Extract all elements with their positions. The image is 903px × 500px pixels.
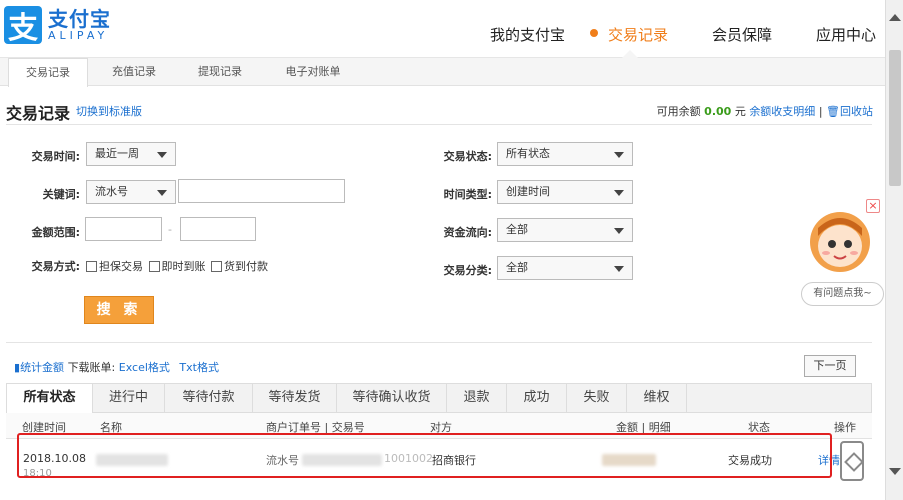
trash-icon: 🗑 xyxy=(826,105,840,118)
keyword-type-select[interactable]: 流水号 xyxy=(86,180,176,204)
scrollbar-thumb[interactable] xyxy=(889,50,901,186)
status-label: 交易状态: xyxy=(443,150,492,163)
subtab-statement[interactable]: 电子对账单 xyxy=(270,58,356,86)
method-instant: 即时到账 xyxy=(161,260,206,273)
download-label: 下载账单: xyxy=(67,361,116,374)
subtab-recharge[interactable]: 充值记录 xyxy=(98,58,170,86)
keyword-label: 关键词: xyxy=(42,188,80,201)
time-value: 最近一周 xyxy=(95,147,139,160)
timetype-value: 创建时间 xyxy=(506,185,550,198)
balance-amount: 0.00 xyxy=(704,105,732,118)
amount-min-input[interactable] xyxy=(85,217,162,241)
th-action: 操作 xyxy=(834,421,856,434)
help-bubble[interactable]: 有问题点我~ xyxy=(801,282,884,306)
balance-unit: 元 xyxy=(734,105,746,118)
stat-amount-link[interactable]: 统计金额 xyxy=(20,361,64,374)
amount-label: 金额范围: xyxy=(31,226,80,239)
highlight-box xyxy=(17,433,832,478)
status-value: 所有状态 xyxy=(506,147,550,160)
chevron-down-icon xyxy=(157,190,167,196)
tab-awaiting-receipt[interactable]: 等待确认收货 xyxy=(337,384,447,413)
nav-my-alipay[interactable]: 我的支付宝 xyxy=(490,24,565,45)
divider xyxy=(6,342,872,343)
logo-cn: 支付宝 xyxy=(48,7,111,31)
method-cod: 货到付款 xyxy=(224,260,268,273)
timetype-select[interactable]: 创建时间 xyxy=(497,180,633,204)
flow-label: 资金流向: xyxy=(443,226,492,239)
tab-awaiting-shipment[interactable]: 等待发货 xyxy=(253,384,337,413)
recycle-link[interactable]: 回收站 xyxy=(840,105,873,118)
method-checkbox-guarantee[interactable] xyxy=(86,261,97,272)
tab-refund[interactable]: 退款 xyxy=(447,384,507,413)
balance-label: 可用余额 xyxy=(656,105,701,118)
tab-in-progress[interactable]: 进行中 xyxy=(93,384,165,413)
scrollbar[interactable] xyxy=(885,0,903,500)
divider xyxy=(6,124,872,125)
switch-standard-link[interactable]: 切换到标准版 xyxy=(76,103,142,119)
balance-detail-link[interactable]: 余额收支明细 xyxy=(749,105,815,118)
nav-caret-icon xyxy=(622,50,638,58)
category-label: 交易分类: xyxy=(443,264,492,277)
keyword-type-value: 流水号 xyxy=(95,185,128,198)
alipay-logo-icon: 支 xyxy=(4,6,42,46)
category-select[interactable]: 全部 xyxy=(497,256,633,280)
keyword-input[interactable] xyxy=(178,179,345,203)
tab-success[interactable]: 成功 xyxy=(507,384,567,413)
method-guarantee: 担保交易 xyxy=(99,260,143,273)
top-header: 支 支付宝 ALIPAY 我的支付宝 交易记录 会员保障 应用中心 xyxy=(0,0,885,58)
alipay-logo[interactable]: 支 支付宝 ALIPAY xyxy=(4,6,111,46)
subtab-transactions[interactable]: 交易记录 xyxy=(8,58,88,87)
mascot-avatar-icon[interactable] xyxy=(806,206,874,274)
tab-dispute[interactable]: 维权 xyxy=(627,384,687,413)
search-button[interactable]: 搜 索 xyxy=(84,296,154,324)
stats-row: ▮统计金额 下载账单: Excel格式 Txt格式 xyxy=(14,359,219,375)
scroll-up-icon[interactable] xyxy=(889,14,901,21)
tab-failed[interactable]: 失败 xyxy=(567,384,627,413)
category-value: 全部 xyxy=(506,261,528,274)
tab-awaiting-payment[interactable]: 等待付款 xyxy=(165,384,253,413)
logo-text: 支付宝 ALIPAY xyxy=(48,8,111,42)
status-tabs: 所有状态 进行中 等待付款 等待发货 等待确认收货 退款 成功 失败 维权 xyxy=(6,383,872,414)
nav-app-center[interactable]: 应用中心 xyxy=(816,24,876,45)
tab-all[interactable]: 所有状态 xyxy=(7,384,93,414)
subtab-withdraw[interactable]: 提现记录 xyxy=(184,58,256,86)
method-label: 交易方式: xyxy=(31,260,80,273)
flow-select[interactable]: 全部 xyxy=(497,218,633,242)
balance-info: 可用余额 0.00 元 余额收支明细 | 🗑回收站 xyxy=(657,103,873,119)
separator: | xyxy=(818,105,823,118)
chevron-down-icon xyxy=(614,228,624,234)
status-select[interactable]: 所有状态 xyxy=(497,142,633,166)
method-checkbox-instant[interactable] xyxy=(148,261,160,272)
excel-link[interactable]: Excel格式 xyxy=(119,361,170,374)
chevron-down-icon xyxy=(614,190,624,196)
flow-value: 全部 xyxy=(506,223,528,236)
nav-member-protection[interactable]: 会员保障 xyxy=(712,24,772,45)
time-select[interactable]: 最近一周 xyxy=(86,142,176,166)
amount-separator: - xyxy=(168,223,172,236)
active-dot-icon xyxy=(590,29,598,37)
amount-max-input[interactable] xyxy=(180,217,256,241)
chevron-down-icon xyxy=(157,152,167,158)
nav-transactions[interactable]: 交易记录 xyxy=(608,24,668,45)
chevron-down-icon xyxy=(614,266,624,272)
time-label: 交易时间: xyxy=(31,150,80,163)
mobile-phone-icon[interactable] xyxy=(840,441,864,481)
method-checkbox-cod[interactable] xyxy=(211,261,222,272)
logo-en: ALIPAY xyxy=(48,29,109,42)
timetype-label: 时间类型: xyxy=(443,188,492,201)
method-options: 担保交易 即时到账 货到付款 xyxy=(84,258,268,274)
sub-nav: 交易记录 充值记录 提现记录 电子对账单 xyxy=(0,58,885,87)
txt-link[interactable]: Txt格式 xyxy=(179,361,219,374)
chevron-down-icon xyxy=(614,152,624,158)
scroll-down-icon[interactable] xyxy=(889,468,901,475)
page-title: 交易记录 xyxy=(6,104,71,123)
next-page-button[interactable]: 下一页 xyxy=(804,355,856,377)
